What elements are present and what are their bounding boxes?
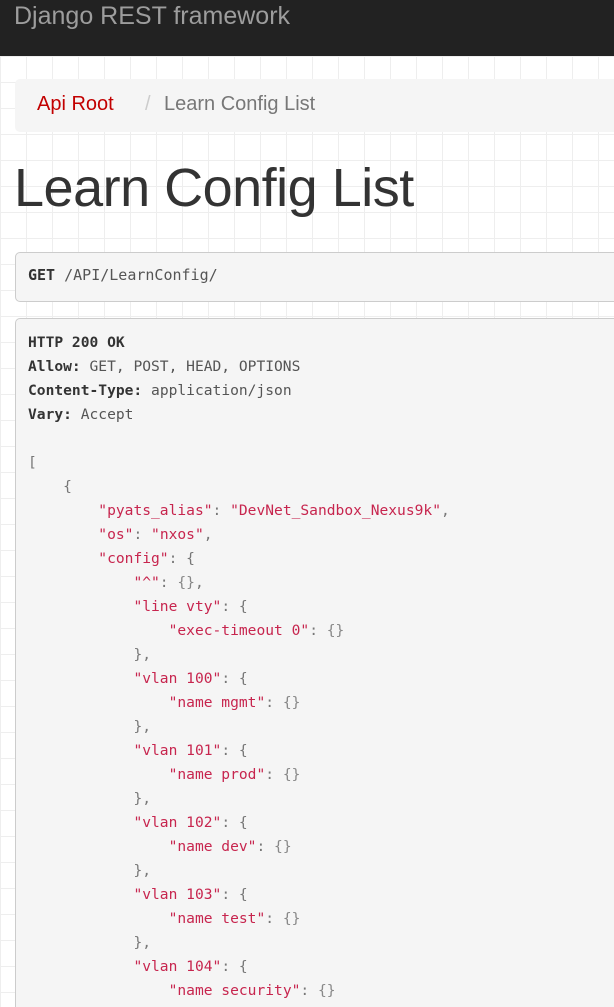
header-value: Accept <box>80 406 134 423</box>
json-key: "vlan 102" <box>133 814 222 831</box>
json-key: "vlan 101" <box>133 742 222 759</box>
request-method: GET <box>28 266 56 284</box>
json-key: "os" <box>98 526 134 543</box>
response-status: HTTP 200 OK <box>28 334 125 351</box>
request-info: GET /API/LearnConfig/ <box>15 252 614 302</box>
request-path: /API/LearnConfig/ <box>64 266 218 284</box>
response-info: HTTP 200 OK Allow: GET, POST, HEAD, OPTI… <box>15 318 614 1007</box>
json-key: "config" <box>98 550 169 567</box>
json-brace: { <box>63 478 72 495</box>
json-key: "vlan 104" <box>133 958 222 975</box>
json-key: "^" <box>133 574 160 591</box>
json-bracket: [ <box>28 454 37 471</box>
request-line: GET /API/LearnConfig/ <box>28 266 218 284</box>
json-key: "vlan 103" <box>133 886 222 903</box>
json-key: "vlan 100" <box>133 670 222 687</box>
header-key: Vary: <box>28 406 72 423</box>
response-content: HTTP 200 OK Allow: GET, POST, HEAD, OPTI… <box>28 334 450 999</box>
header-key: Content-Type: <box>28 382 143 399</box>
json-key: "pyats_alias" <box>98 502 213 519</box>
navbar: Django REST framework <box>0 0 614 56</box>
json-key: "name security" <box>168 982 301 999</box>
json-key: "name test" <box>168 910 266 927</box>
json-key: "name prod" <box>168 766 266 783</box>
header-value: application/json <box>151 382 292 399</box>
json-string: "nxos" <box>151 526 204 543</box>
brand-link[interactable]: Django REST framework <box>14 2 290 31</box>
header-value: GET, POST, HEAD, OPTIONS <box>89 358 301 375</box>
json-key: "name mgmt" <box>168 694 266 711</box>
breadcrumb: Api Root / Learn Config List <box>15 79 614 132</box>
breadcrumb-separator: / <box>145 93 151 115</box>
breadcrumb-api-root-link[interactable]: Api Root <box>37 93 114 116</box>
breadcrumb-current: Learn Config List <box>164 93 316 115</box>
json-key: "exec-timeout 0" <box>168 622 310 639</box>
json-key: "name dev" <box>168 838 257 855</box>
page-title: Learn Config List <box>14 158 414 218</box>
header-key: Allow: <box>28 358 81 375</box>
json-key: "line vty" <box>133 598 222 615</box>
json-string: "DevNet_Sandbox_Nexus9k" <box>230 502 441 519</box>
